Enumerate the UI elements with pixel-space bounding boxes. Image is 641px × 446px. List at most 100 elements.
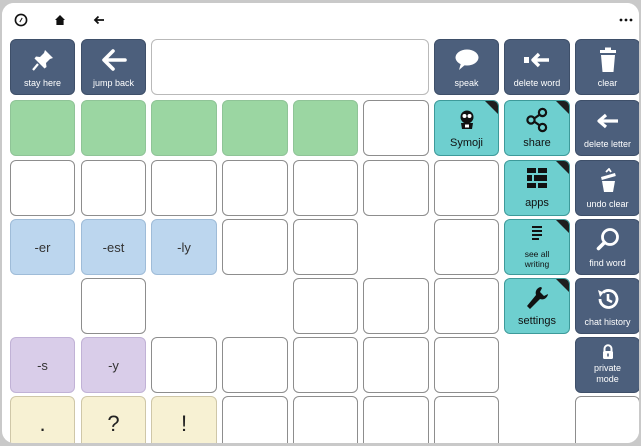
empty-key[interactable] (81, 160, 146, 216)
suffix-ly-key[interactable]: -ly (151, 219, 217, 275)
green-empty-key[interactable] (293, 100, 358, 156)
empty-key[interactable] (151, 337, 217, 393)
private-mode-label: private mode (593, 363, 621, 384)
message-bar[interactable] (151, 39, 429, 95)
empty-key[interactable] (363, 396, 429, 443)
more-dots-icon[interactable] (618, 12, 634, 28)
empty-key[interactable] (222, 337, 288, 393)
period-key[interactable]: . (10, 396, 75, 443)
suffix-y-label: -y (108, 357, 119, 373)
empty-key[interactable] (10, 160, 75, 216)
exclamation-key[interactable]: ! (151, 396, 217, 443)
empty-key[interactable] (575, 396, 639, 443)
back-arrow-icon[interactable] (91, 12, 107, 28)
lock-icon (576, 344, 639, 360)
empty-key[interactable] (81, 278, 146, 334)
share-button[interactable]: share (504, 100, 570, 156)
undo-trash-icon (576, 168, 639, 194)
speak-label: speak (454, 78, 479, 88)
empty-key[interactable] (434, 337, 499, 393)
document-lines-icon (505, 225, 569, 241)
home-icon[interactable] (52, 12, 68, 28)
empty-key[interactable] (363, 100, 429, 156)
clear-label: clear (597, 78, 618, 88)
top-bar (2, 3, 639, 37)
question-mark-key[interactable]: ? (81, 396, 146, 443)
delete-letter-label: delete letter (583, 139, 632, 149)
chat-history-button[interactable]: chat history (575, 278, 639, 334)
suffix-s-key[interactable]: -s (10, 337, 75, 393)
symoji-button[interactable]: Symoji (434, 100, 499, 156)
app-background: stay here jump back speak delete word cl… (0, 0, 641, 446)
undo-clear-button[interactable]: undo clear (575, 160, 639, 216)
empty-key[interactable] (363, 160, 429, 216)
stay-here-button[interactable]: stay here (10, 39, 75, 95)
app-window: stay here jump back speak delete word cl… (2, 3, 639, 443)
empty-key[interactable] (293, 278, 358, 334)
wrench-icon (505, 285, 569, 311)
speak-button[interactable]: speak (434, 39, 499, 95)
empty-key[interactable] (434, 278, 499, 334)
speech-bubble-icon (435, 47, 498, 73)
jump-back-button[interactable]: jump back (81, 39, 146, 95)
apps-label: apps (525, 197, 549, 209)
apps-button[interactable]: apps (504, 160, 570, 216)
message-text (152, 40, 428, 94)
stay-here-label: stay here (23, 78, 62, 88)
delete-word-icon (505, 47, 569, 73)
empty-key[interactable] (293, 219, 358, 275)
left-arrow-icon (82, 47, 145, 73)
apps-grid-icon (505, 167, 569, 189)
private-mode-button[interactable]: private mode (575, 337, 639, 393)
empty-key[interactable] (222, 219, 288, 275)
empty-key[interactable] (434, 396, 499, 443)
empty-key[interactable] (363, 337, 429, 393)
question-mark-label: ? (107, 411, 120, 436)
trash-icon (576, 47, 639, 75)
share-icon (505, 107, 569, 133)
suffix-er-label: -er (34, 239, 51, 255)
suffix-est-key[interactable]: -est (81, 219, 146, 275)
backspace-arrow-icon (576, 112, 639, 130)
magnifier-icon (576, 227, 639, 253)
exclamation-label: ! (180, 411, 188, 436)
find-word-label: find word (589, 258, 626, 268)
empty-key[interactable] (434, 219, 499, 275)
jump-back-label: jump back (92, 78, 135, 88)
delete-word-label: delete word (513, 78, 561, 88)
clear-button[interactable]: clear (575, 39, 639, 95)
suffix-est-label: -est (102, 239, 125, 255)
suffix-s-label: -s (37, 357, 48, 373)
empty-key[interactable] (293, 337, 358, 393)
find-word-button[interactable]: find word (575, 219, 639, 275)
symoji-label: Symoji (449, 137, 483, 149)
empty-key[interactable] (293, 396, 358, 443)
delete-word-button[interactable]: delete word (504, 39, 570, 95)
chat-history-label: chat history (584, 317, 631, 327)
empty-key[interactable] (363, 278, 429, 334)
settings-button[interactable]: settings (504, 278, 570, 334)
history-clock-icon (576, 286, 639, 312)
empty-key[interactable] (222, 396, 288, 443)
undo-clear-label: undo clear (586, 199, 629, 209)
pin-icon (11, 47, 74, 73)
empty-key[interactable] (151, 160, 217, 216)
empty-key[interactable] (293, 160, 358, 216)
green-empty-key[interactable] (151, 100, 217, 156)
suffix-y-key[interactable]: -y (81, 337, 146, 393)
green-empty-key[interactable] (10, 100, 75, 156)
see-all-writing-label: see all writing (524, 249, 550, 269)
symoji-face-icon (435, 109, 498, 131)
see-all-writing-button[interactable]: see all writing (504, 219, 570, 275)
suffix-er-key[interactable]: -er (10, 219, 75, 275)
delete-letter-button[interactable]: delete letter (575, 100, 639, 156)
green-empty-key[interactable] (222, 100, 288, 156)
green-empty-key[interactable] (81, 100, 146, 156)
share-label: share (523, 137, 551, 149)
period-label: . (39, 411, 46, 436)
settings-label: settings (518, 315, 556, 327)
compass-icon[interactable] (13, 12, 29, 28)
suffix-ly-label: -ly (177, 239, 191, 255)
empty-key[interactable] (222, 160, 288, 216)
empty-key[interactable] (434, 160, 499, 216)
